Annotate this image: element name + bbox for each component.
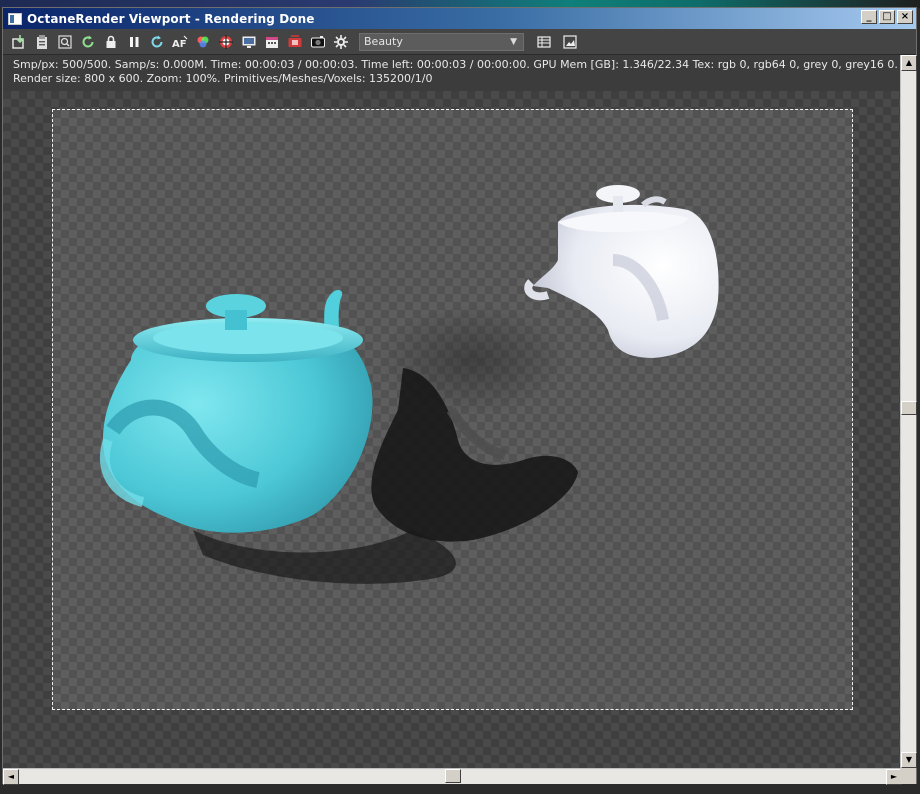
scroll-left-button[interactable]: ◄: [3, 769, 19, 785]
window-controls: _ □ ×: [861, 10, 913, 24]
viewport-toolbar: AF Beauty ▼: [3, 29, 916, 55]
octane-viewport-window: OctaneRender Viewport - Rendering Done _…: [2, 7, 917, 785]
lock-icon[interactable]: [101, 32, 121, 52]
svg-text:AF: AF: [172, 39, 187, 50]
display-icon[interactable]: [239, 32, 259, 52]
window-title: OctaneRender Viewport - Rendering Done: [27, 11, 315, 26]
horizontal-scroll-thumb[interactable]: [445, 769, 461, 783]
af-icon[interactable]: AF: [170, 32, 190, 52]
color-wheel-icon[interactable]: [193, 32, 213, 52]
horizontal-scrollbar[interactable]: ◄ ►: [3, 768, 902, 785]
scrollbar-corner: [900, 768, 916, 784]
window-app-icon: [8, 12, 22, 25]
viewport-canvas[interactable]: Smp/px: 500/500. Samp/s: 0.000M. Time: 0…: [3, 55, 902, 768]
import-icon[interactable]: [9, 32, 29, 52]
scroll-down-button[interactable]: ▼: [901, 752, 917, 768]
status-line-1: Smp/px: 500/500. Samp/s: 0.000M. Time: 0…: [13, 58, 898, 71]
image-save-icon[interactable]: [560, 32, 580, 52]
target-icon[interactable]: [216, 32, 236, 52]
pause-icon[interactable]: [124, 32, 144, 52]
film-icon[interactable]: [285, 32, 305, 52]
list-icon[interactable]: [534, 32, 554, 52]
zoom-region-icon[interactable]: [55, 32, 75, 52]
scroll-up-button[interactable]: ▲: [901, 55, 917, 71]
render-region[interactable]: [52, 109, 853, 710]
clipboard-icon[interactable]: [32, 32, 52, 52]
cyan-teapot: [99, 290, 373, 533]
render-pass-select[interactable]: Beauty ▼: [359, 32, 524, 51]
restart-render-icon[interactable]: [78, 32, 98, 52]
cyan-teapot-cast-shadow: [193, 530, 456, 584]
minimize-button[interactable]: _: [861, 10, 877, 24]
status-line-2: Render size: 800 x 600. Zoom: 100%. Prim…: [13, 72, 433, 85]
maximize-button[interactable]: □: [879, 10, 895, 24]
close-button[interactable]: ×: [897, 10, 913, 24]
rendered-image: [99, 185, 719, 584]
calendar-icon[interactable]: [262, 32, 282, 52]
render-pass-value: Beauty: [364, 34, 403, 48]
title-bar[interactable]: OctaneRender Viewport - Rendering Done _…: [3, 8, 916, 29]
vertical-scroll-thumb[interactable]: [901, 401, 917, 415]
render-statistics: Smp/px: 500/500. Samp/s: 0.000M. Time: 0…: [13, 58, 898, 86]
refresh-icon[interactable]: [147, 32, 167, 52]
settings-gear-icon[interactable]: [331, 32, 351, 52]
camera-icon[interactable]: [308, 32, 328, 52]
chevron-down-icon: ▼: [510, 36, 517, 47]
white-teapot: [524, 185, 719, 358]
vertical-scrollbar[interactable]: ▲ ▼: [900, 55, 917, 768]
